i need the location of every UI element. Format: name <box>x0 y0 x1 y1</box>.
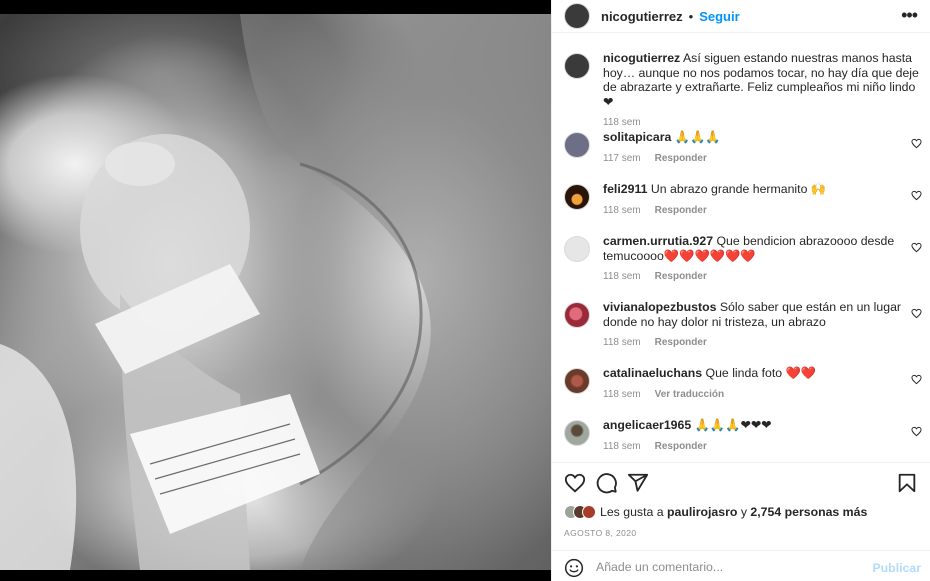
add-comment-bar: Publicar <box>552 550 930 581</box>
comment-heart-icon[interactable] <box>911 374 922 385</box>
comment-avatar[interactable] <box>564 368 590 394</box>
caption-username[interactable]: nicogutierrez <box>603 51 680 65</box>
comment-icon[interactable] <box>596 472 618 494</box>
comment-input[interactable] <box>596 557 856 577</box>
comment-username[interactable]: solitapicara <box>603 130 671 144</box>
comment-avatar[interactable] <box>564 184 590 210</box>
comment-text: 🙏🙏🙏❤❤❤ <box>694 418 772 432</box>
reply-button[interactable]: Responder <box>655 271 707 282</box>
comment-heart-icon[interactable] <box>911 138 922 149</box>
post-side-panel: nicogutierrez • Seguir ••• nicogutierrez… <box>551 0 930 581</box>
likes-others-link[interactable]: 2,754 personas más <box>750 505 867 519</box>
photo-top-band <box>0 0 551 14</box>
more-icon[interactable]: ••• <box>901 6 918 24</box>
comment-time[interactable]: 118 sem <box>603 441 641 452</box>
emoji-icon[interactable] <box>564 558 584 578</box>
comment-text: Que linda foto ❤️❤️ <box>705 366 817 380</box>
likes-prefix: Les gusta a <box>600 505 664 519</box>
post-photo[interactable] <box>0 0 551 581</box>
publish-button[interactable]: Publicar <box>872 561 921 575</box>
comment-avatar[interactable] <box>564 132 590 158</box>
comment-username[interactable]: angelicaer1965 <box>603 418 691 432</box>
author-username[interactable]: nicogutierrez <box>601 9 683 24</box>
caption-time[interactable]: 118 sem <box>603 117 641 128</box>
photo-image <box>0 14 551 570</box>
likes-joiner: y <box>740 505 747 519</box>
comment-text: Un abrazo grande hermanito 🙌 <box>650 182 827 196</box>
comment-username[interactable]: carmen.urrutia.927 <box>603 234 713 248</box>
post-header: nicogutierrez • Seguir ••• <box>552 0 930 33</box>
comment-username[interactable]: catalinaeluchans <box>603 366 702 380</box>
comment-avatar[interactable] <box>564 236 590 262</box>
comment-item: solitapicara 🙏🙏🙏 117 sem Responder <box>564 130 924 164</box>
action-row <box>564 472 919 496</box>
header-separator: • <box>688 8 694 24</box>
liker-avatar <box>582 505 596 519</box>
photo-bottom-band <box>0 570 551 581</box>
comment-username[interactable]: feli2911 <box>603 182 647 196</box>
comment-text: 🙏🙏🙏 <box>674 130 721 144</box>
comment-time[interactable]: 118 sem <box>603 271 641 282</box>
comments-list[interactable]: nicogutierrez Así siguen estando nuestra… <box>552 34 930 462</box>
comment-item: feli2911 Un abrazo grande hermanito 🙌 11… <box>564 182 924 216</box>
comment-heart-icon[interactable] <box>911 242 922 253</box>
post-actions: Les gusta a paulirojasro y 2,754 persona… <box>552 462 930 581</box>
comment-heart-icon[interactable] <box>911 308 922 319</box>
caption: nicogutierrez Así siguen estando nuestra… <box>564 51 924 128</box>
comment-heart-icon[interactable] <box>911 190 922 201</box>
reply-button[interactable]: Responder <box>655 441 707 452</box>
comment-time[interactable]: 118 sem <box>603 389 641 400</box>
comment-time[interactable]: 118 sem <box>603 205 641 216</box>
follow-button[interactable]: Seguir <box>699 9 739 24</box>
comment-username[interactable]: vivianalopezbustos <box>603 300 716 314</box>
bookmark-icon[interactable] <box>896 472 918 494</box>
translate-button[interactable]: Ver traducción <box>655 389 724 400</box>
comment-item: vivianalopezbustos Sólo saber que están … <box>564 300 924 348</box>
hands-illustration <box>0 14 551 570</box>
comment-item: carmen.urrutia.927 Que bendicion abrazoo… <box>564 234 924 282</box>
heart-icon[interactable] <box>564 472 586 494</box>
comment-time[interactable]: 117 sem <box>603 153 641 164</box>
caption-avatar[interactable] <box>564 53 590 79</box>
reply-button[interactable]: Responder <box>655 337 707 348</box>
reply-button[interactable]: Responder <box>655 205 707 216</box>
comment-avatar[interactable] <box>564 302 590 328</box>
comment-item: catalinaeluchans Que linda foto ❤️❤️ 118… <box>564 366 924 400</box>
comment-avatar[interactable] <box>564 420 590 446</box>
reply-button[interactable]: Responder <box>655 153 707 164</box>
share-icon[interactable] <box>627 472 649 494</box>
post-date[interactable]: AGOSTO 8, 2020 <box>564 528 637 538</box>
likes-summary: Les gusta a paulirojasro y 2,754 persona… <box>564 505 867 519</box>
comment-heart-icon[interactable] <box>911 426 922 437</box>
author-avatar[interactable] <box>564 3 590 29</box>
comment-time[interactable]: 118 sem <box>603 337 641 348</box>
likes-user-link[interactable]: paulirojasro <box>667 505 737 519</box>
comment-item: angelicaer1965 🙏🙏🙏❤❤❤ 118 sem Responder <box>564 418 924 452</box>
instagram-post: nicogutierrez • Seguir ••• nicogutierrez… <box>0 0 930 581</box>
